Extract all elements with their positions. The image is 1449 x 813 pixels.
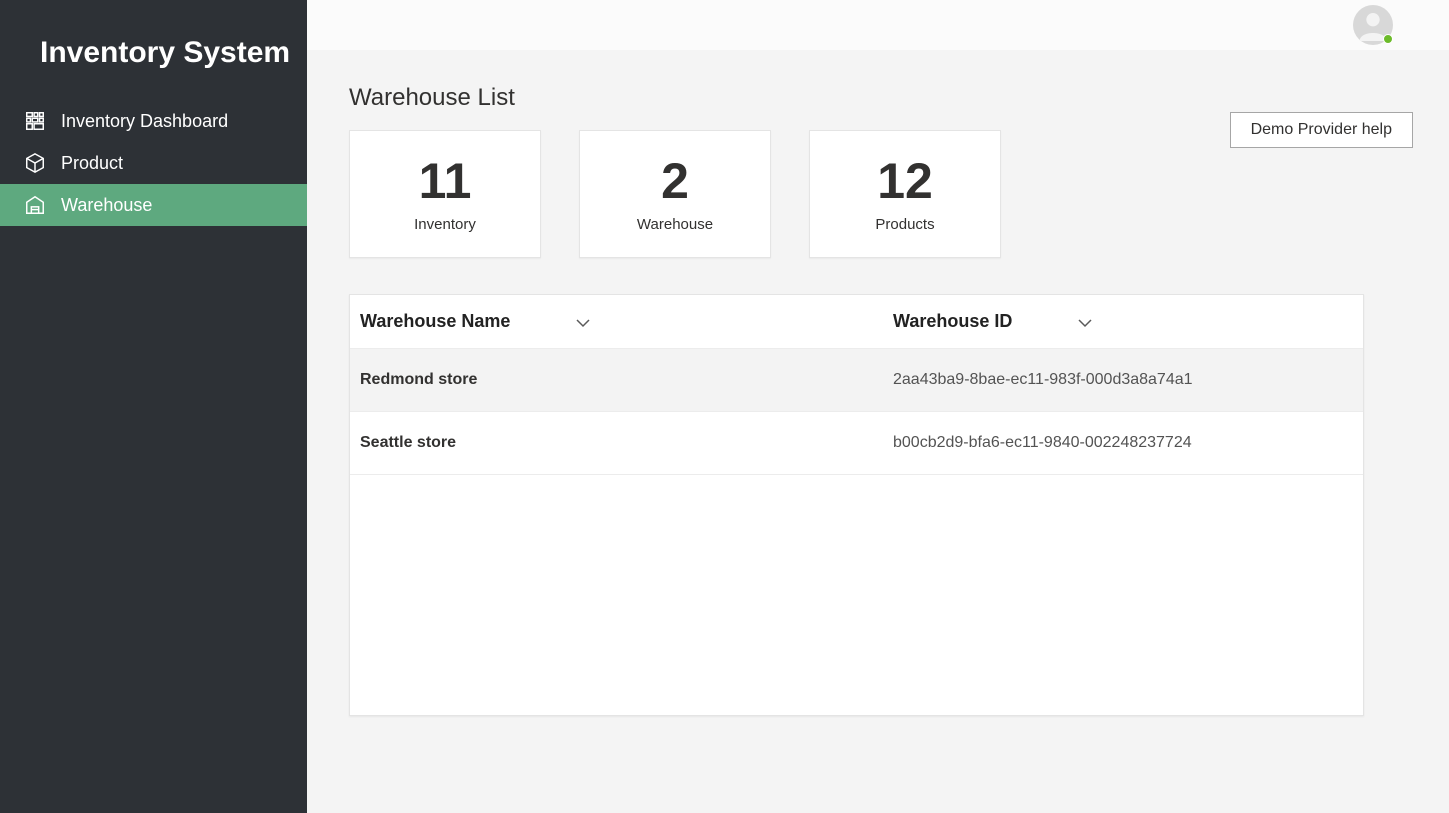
- table-header-row: Warehouse Name Warehouse ID: [350, 295, 1363, 349]
- warehouse-icon: [24, 194, 46, 216]
- content: Warehouse List Demo Provider help 11 Inv…: [307, 50, 1449, 716]
- cell-warehouse-name: Redmond store: [350, 349, 883, 412]
- dashboard-icon: [24, 110, 46, 132]
- chevron-down-icon: [1077, 313, 1093, 334]
- page-title: Warehouse List: [349, 84, 1407, 112]
- sidebar: Inventory System Inventory Dashboard Pro: [0, 0, 307, 813]
- user-avatar[interactable]: [1353, 5, 1393, 45]
- warehouse-table: Warehouse Name Warehouse ID: [350, 295, 1363, 475]
- stat-value: 2: [661, 156, 689, 206]
- cell-warehouse-id: b00cb2d9-bfa6-ec11-9840-002248237724: [883, 412, 1363, 475]
- warehouse-table-card: Warehouse Name Warehouse ID: [349, 294, 1364, 716]
- stat-label: Warehouse: [637, 216, 713, 233]
- stat-label: Products: [875, 216, 934, 233]
- presence-indicator: [1383, 34, 1393, 44]
- sidebar-item-product[interactable]: Product: [0, 142, 307, 184]
- stat-value: 11: [419, 156, 472, 206]
- table-row[interactable]: Redmond store 2aa43ba9-8bae-ec11-983f-00…: [350, 349, 1363, 412]
- sidebar-item-label: Inventory Dashboard: [61, 111, 228, 132]
- box-icon: [24, 152, 46, 174]
- column-header-label: Warehouse Name: [360, 311, 510, 331]
- cell-warehouse-name: Seattle store: [350, 412, 883, 475]
- app-title: Inventory System: [0, 0, 307, 100]
- topbar: [307, 0, 1449, 50]
- sidebar-nav: Inventory Dashboard Product Warehouse: [0, 100, 307, 226]
- table-row[interactable]: Seattle store b00cb2d9-bfa6-ec11-9840-00…: [350, 412, 1363, 475]
- sidebar-item-label: Product: [61, 153, 123, 174]
- column-header-warehouse-id[interactable]: Warehouse ID: [883, 295, 1363, 349]
- main: Warehouse List Demo Provider help 11 Inv…: [307, 0, 1449, 813]
- sidebar-item-label: Warehouse: [61, 195, 152, 216]
- stats-row: 11 Inventory 2 Warehouse 12 Products: [349, 130, 1407, 258]
- column-header-label: Warehouse ID: [893, 311, 1012, 331]
- stat-card-products[interactable]: 12 Products: [809, 130, 1001, 258]
- sidebar-item-warehouse[interactable]: Warehouse: [0, 184, 307, 226]
- stat-card-warehouse[interactable]: 2 Warehouse: [579, 130, 771, 258]
- chevron-down-icon: [575, 313, 591, 334]
- demo-provider-help-button[interactable]: Demo Provider help: [1230, 112, 1413, 148]
- cell-warehouse-id: 2aa43ba9-8bae-ec11-983f-000d3a8a74a1: [883, 349, 1363, 412]
- column-header-warehouse-name[interactable]: Warehouse Name: [350, 295, 883, 349]
- stat-value: 12: [877, 156, 933, 206]
- sidebar-item-inventory-dashboard[interactable]: Inventory Dashboard: [0, 100, 307, 142]
- stat-label: Inventory: [414, 216, 476, 233]
- stat-card-inventory[interactable]: 11 Inventory: [349, 130, 541, 258]
